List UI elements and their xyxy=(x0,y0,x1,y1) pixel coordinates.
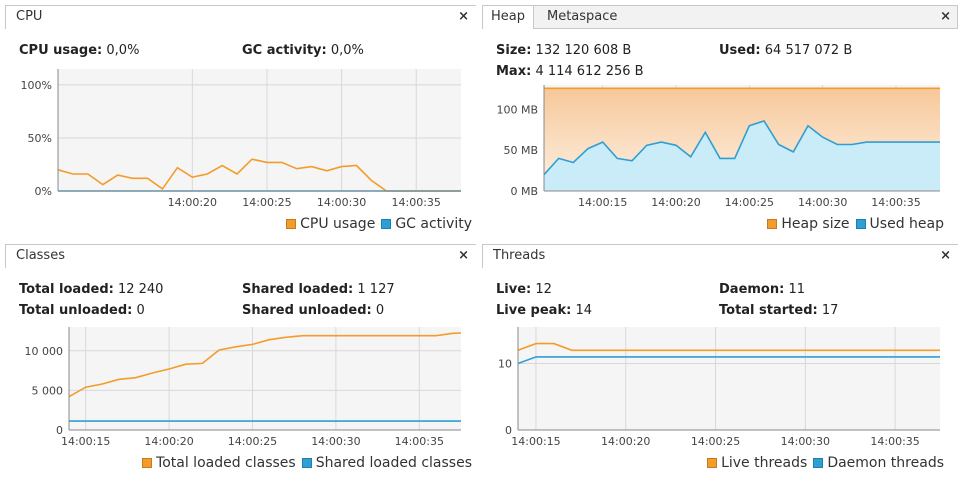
legend-swatch xyxy=(381,219,392,229)
legend-label: Total loaded classes xyxy=(156,455,296,471)
legend-label: Live threads xyxy=(721,455,808,471)
legend-label: GC activity xyxy=(395,216,472,232)
y-tick-label: 0 xyxy=(56,424,63,437)
threads-legend: Live threads Daemon threads xyxy=(701,455,944,471)
legend-label: Daemon threads xyxy=(827,455,944,471)
legend-item: GC activity xyxy=(381,216,472,232)
x-tick-label: 14:00:25 xyxy=(242,196,291,209)
x-tick-label: 14:00:25 xyxy=(228,435,277,448)
heap-panel: Heap Metaspace × Size: 132 120 608 B Use… xyxy=(482,5,958,237)
x-tick-label: 14:00:30 xyxy=(781,435,830,448)
legend-label: Shared loaded classes xyxy=(315,455,472,471)
x-tick-label: 14:00:20 xyxy=(601,435,650,448)
x-tick-label: 14:00:15 xyxy=(511,435,560,448)
legend-item: Total loaded classes xyxy=(142,455,296,471)
legend-label: CPU usage xyxy=(300,216,376,232)
x-tick-label: 14:00:35 xyxy=(395,435,444,448)
y-tick-label: 0% xyxy=(35,185,52,198)
legend-swatch xyxy=(301,458,312,468)
classes-legend: Total loaded classes Shared loaded classe… xyxy=(136,455,472,471)
plot-area xyxy=(518,327,940,430)
heap-chart: 14:00:15 14:00:20 14:00:25 14:00:30 14:00:35… xyxy=(496,85,940,209)
cpu-chart: 14:00:20 14:00:25 14:00:30 14:00:35 0% 50% 100… xyxy=(21,69,461,209)
legend-label: Heap size xyxy=(781,216,850,232)
legend-swatch xyxy=(813,458,824,468)
y-tick-label: 5 000 xyxy=(32,384,64,397)
legend-swatch xyxy=(767,219,778,229)
cpu-legend: CPU usage GC activity xyxy=(280,216,472,232)
x-tick-label: 14:00:20 xyxy=(168,196,217,209)
plot-area xyxy=(58,69,461,191)
x-tick-label: 14:00:30 xyxy=(317,196,366,209)
legend-item: Shared loaded classes xyxy=(301,455,472,471)
y-tick-label: 100% xyxy=(21,79,52,92)
y-tick-label: 50% xyxy=(28,132,52,145)
x-tick-label: 14:00:25 xyxy=(725,196,774,209)
legend-item: CPU usage xyxy=(286,216,375,232)
legend-swatch xyxy=(286,219,297,229)
legend-item: Daemon threads xyxy=(813,455,944,471)
x-tick-label: 14:00:20 xyxy=(144,435,193,448)
y-tick-label: 50 MB xyxy=(503,144,538,157)
threads-panel: Threads × Live: 12 Daemon: 11 Live peak:… xyxy=(482,244,958,478)
legend-swatch xyxy=(855,219,866,229)
x-tick-label: 14:00:25 xyxy=(691,435,740,448)
legend-item: Used heap xyxy=(855,216,944,232)
cpu-panel: CPU × CPU usage: 0,0% GC activity: 0,0% … xyxy=(5,5,476,237)
legend-item: Heap size xyxy=(767,216,850,232)
legend-item: Live threads xyxy=(707,455,807,471)
x-tick-label: 14:00:35 xyxy=(871,196,920,209)
x-tick-label: 14:00:15 xyxy=(578,196,627,209)
legend-swatch xyxy=(707,458,718,468)
legend-label: Used heap xyxy=(869,216,944,232)
threads-chart: 14:00:15 14:00:20 14:00:25 14:00:30 14:00:35… xyxy=(498,327,940,448)
y-tick-label: 10 000 xyxy=(25,345,64,358)
x-tick-label: 14:00:15 xyxy=(61,435,110,448)
x-tick-label: 14:00:35 xyxy=(392,196,441,209)
x-tick-label: 14:00:20 xyxy=(651,196,700,209)
x-tick-label: 14:00:35 xyxy=(870,435,919,448)
classes-panel: Classes × Total loaded: 12 240 Shared lo… xyxy=(5,244,476,478)
heap-legend: Heap size Used heap xyxy=(761,216,944,232)
y-tick-label: 0 MB xyxy=(510,185,538,198)
x-tick-label: 14:00:30 xyxy=(311,435,360,448)
legend-swatch xyxy=(142,458,153,468)
y-tick-label: 100 MB xyxy=(496,103,538,116)
x-tick-label: 14:00:30 xyxy=(798,196,847,209)
classes-chart: 14:00:15 14:00:20 14:00:25 14:00:30 14:00:35… xyxy=(25,327,462,448)
y-tick-label: 0 xyxy=(505,424,512,437)
y-tick-label: 10 xyxy=(498,358,512,371)
